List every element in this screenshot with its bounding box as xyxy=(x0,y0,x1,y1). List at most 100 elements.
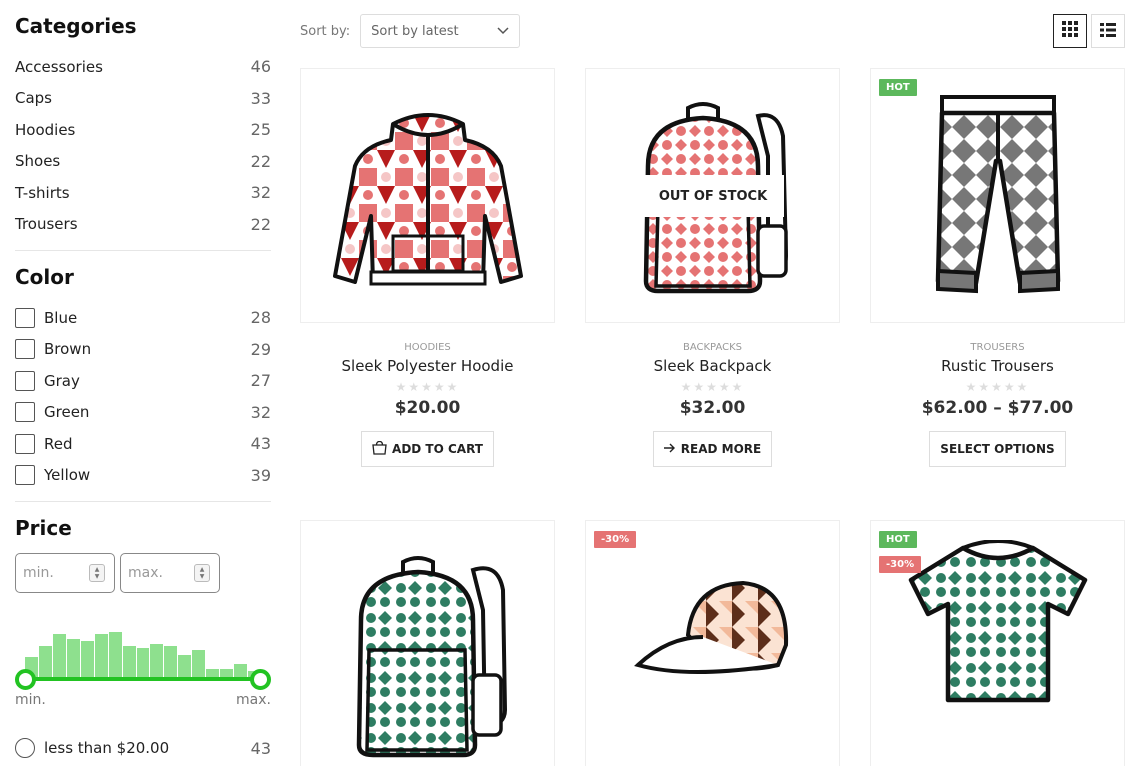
category-item-shoes[interactable]: Shoes 22 xyxy=(15,146,271,178)
product-category[interactable]: HOODIES xyxy=(300,342,555,353)
price-range-option[interactable]: less than $20.00 43 xyxy=(15,738,271,758)
number-spinner[interactable]: ▲ ▼ xyxy=(89,564,105,582)
out-of-stock-label: OUT OF STOCK xyxy=(642,175,784,217)
rating-stars: ★★★★★ xyxy=(680,380,745,394)
category-label: Trousers xyxy=(15,215,78,234)
sort-label: Sort by: xyxy=(300,23,351,39)
color-widget: Color Blue 28 Brown 29 Gray 27 Green 32 Red 4… xyxy=(15,265,271,491)
checkbox[interactable] xyxy=(15,402,35,423)
backpack-illustration xyxy=(356,556,507,758)
product-image[interactable]: OUT OF STOCK xyxy=(585,68,840,323)
product-card[interactable]: HOT -30% xyxy=(870,520,1125,766)
grid-view-button[interactable] xyxy=(1053,14,1087,48)
product-image[interactable]: -30% xyxy=(585,520,840,766)
histogram-bar xyxy=(234,664,247,678)
checkbox[interactable] xyxy=(15,339,35,360)
color-count: 27 xyxy=(250,371,271,391)
sale-badge: -30% xyxy=(879,556,922,573)
product-image[interactable] xyxy=(300,520,555,766)
checkbox[interactable] xyxy=(15,307,35,328)
checkbox[interactable] xyxy=(15,433,35,454)
list-view-button[interactable] xyxy=(1091,14,1125,48)
cap-illustration xyxy=(633,580,788,674)
button-label: READ MORE xyxy=(680,442,762,456)
category-item-accessories[interactable]: Accessories 46 xyxy=(15,51,271,83)
category-count: 22 xyxy=(250,151,271,171)
product-card[interactable]: -30% xyxy=(585,520,840,766)
hot-badge: HOT xyxy=(879,79,917,96)
price-range-count: 43 xyxy=(250,738,271,758)
histogram-bar xyxy=(108,632,122,678)
product-title[interactable]: Rustic Trousers xyxy=(870,357,1125,375)
product-title[interactable]: Sleek Backpack xyxy=(585,357,840,375)
category-count: 33 xyxy=(250,88,271,108)
color-count: 43 xyxy=(250,434,271,454)
slider-min-label: min. xyxy=(15,692,46,708)
histogram-bars xyxy=(25,632,261,678)
color-label: Red xyxy=(44,434,73,453)
select-options-button[interactable]: SELECT OPTIONS xyxy=(929,431,1066,467)
product-category[interactable]: BACKPACKS xyxy=(585,342,840,353)
category-item-t-shirts[interactable]: T-shirts 32 xyxy=(15,177,271,209)
histogram-bar xyxy=(164,645,178,678)
color-count: 39 xyxy=(250,465,271,485)
category-item-caps[interactable]: Caps 33 xyxy=(15,83,271,115)
histogram-bar xyxy=(150,643,164,678)
product-card[interactable]: HOODIES Sleek Polyester Hoodie ★★★★★ $20… xyxy=(300,68,555,467)
product-title[interactable]: Sleek Polyester Hoodie xyxy=(300,357,555,375)
categories-widget: Categories Accessories 46 Caps 33 Hoodies 2… xyxy=(15,14,271,240)
product-image[interactable]: HOT xyxy=(870,68,1125,323)
histogram-bar xyxy=(38,645,52,678)
number-spinner[interactable]: ▲ ▼ xyxy=(194,564,210,582)
cart-icon xyxy=(372,440,387,458)
add-to-cart-button[interactable]: ADD TO CART xyxy=(361,431,494,467)
category-count: 32 xyxy=(250,183,271,203)
category-item-trousers[interactable]: Trousers 22 xyxy=(15,209,271,241)
checkbox[interactable] xyxy=(15,465,35,486)
color-label: Brown xyxy=(44,340,92,359)
product-category[interactable]: TROUSERS xyxy=(870,342,1125,353)
price-min-placeholder: min. xyxy=(23,565,54,581)
list-icon xyxy=(1100,22,1116,41)
price-slider-max-handle[interactable] xyxy=(250,669,271,690)
rating-stars: ★★★★★ xyxy=(395,380,460,394)
color-filter-green[interactable]: Green 32 xyxy=(15,397,271,429)
sort-select[interactable]: Sort by latest xyxy=(360,14,521,48)
price-max-input[interactable]: max. ▲ ▼ xyxy=(120,553,220,593)
product-card[interactable]: HOT TROUSERS Rustic Trousers ★★★★★ $62.0… xyxy=(870,68,1125,467)
color-filter-blue[interactable]: Blue 28 xyxy=(15,302,271,334)
read-more-button[interactable]: READ MORE xyxy=(652,431,773,467)
arrow-right-icon xyxy=(663,442,676,456)
price-slider-track[interactable] xyxy=(25,677,261,681)
category-item-hoodies[interactable]: Hoodies 25 xyxy=(15,114,271,146)
product-card[interactable] xyxy=(300,520,555,766)
color-count: 29 xyxy=(250,339,271,359)
sidebar: Categories Accessories 46 Caps 33 Hoodies 2… xyxy=(15,0,271,758)
button-label: ADD TO CART xyxy=(392,442,483,456)
product-image[interactable] xyxy=(300,68,555,323)
color-filter-yellow[interactable]: Yellow 39 xyxy=(15,460,271,492)
histogram-bar xyxy=(66,638,80,678)
price-slider-min-handle[interactable] xyxy=(15,669,36,690)
color-filter-gray[interactable]: Gray 27 xyxy=(15,365,271,397)
histogram-bar xyxy=(94,634,108,678)
tshirt-illustration xyxy=(908,540,1087,703)
rating-stars: ★★★★★ xyxy=(965,380,1030,394)
trousers-illustration xyxy=(935,94,1060,293)
price-min-input[interactable]: min. ▲ ▼ xyxy=(15,553,115,593)
color-label: Green xyxy=(44,403,90,422)
radio-button[interactable] xyxy=(15,738,35,758)
product-card[interactable]: OUT OF STOCK BACKPACKS Sleek Backpack ★★… xyxy=(585,68,840,467)
sort-value: Sort by latest xyxy=(371,23,459,39)
checkbox[interactable] xyxy=(15,370,35,391)
color-count: 28 xyxy=(250,308,271,328)
color-filter-brown[interactable]: Brown 29 xyxy=(15,334,271,366)
divider xyxy=(15,501,271,502)
histogram-bar xyxy=(122,645,136,678)
price-max-placeholder: max. xyxy=(128,565,163,581)
color-filter-red[interactable]: Red 43 xyxy=(15,428,271,460)
color-label: Gray xyxy=(44,371,80,390)
product-price: $32.00 xyxy=(679,398,746,418)
product-image[interactable]: HOT -30% xyxy=(870,520,1125,766)
chevron-down-icon xyxy=(497,24,509,39)
